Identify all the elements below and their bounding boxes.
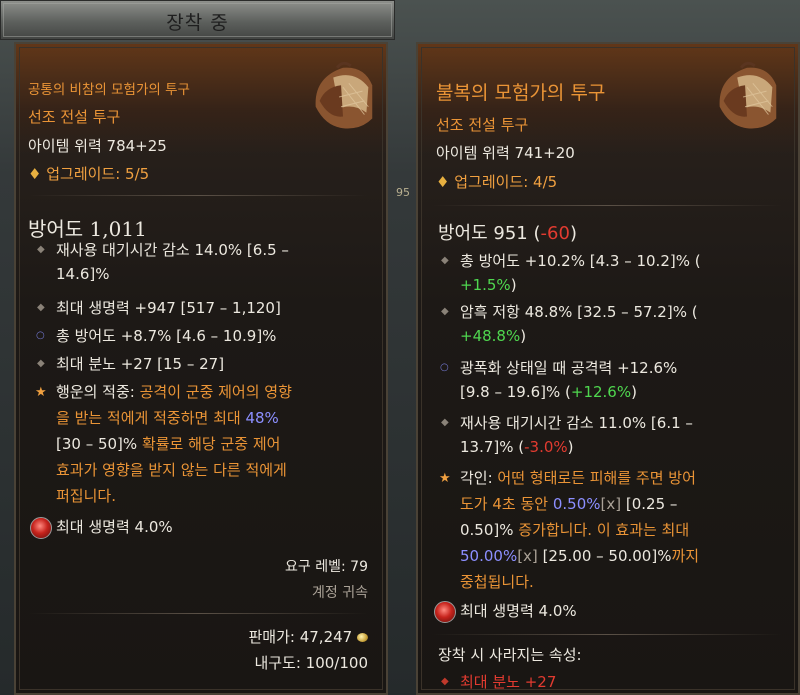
affix-line: 재사용 대기시간 감소 14.0% [6.5 – — [56, 241, 289, 259]
compared-item-tooltip: 불복의 모험가의 투구 선조 전설 투구 아이템 위력 741+20 ♦ 업그레… — [416, 42, 800, 695]
socket-bonus: 최대 생명력 4.0% — [56, 518, 173, 536]
item-power: 아이템 위력 741+20 — [436, 144, 575, 162]
affix-diff-line: +48.8%) — [460, 327, 527, 345]
affix-bullet-icon: ◆ — [441, 417, 449, 428]
upgrade-line: ♦ 업그레이드: 5/5 — [28, 163, 149, 184]
lost-affix: 최대 분노 +27 — [460, 673, 557, 691]
aspect-star-icon: ★ — [35, 385, 47, 400]
affix-bullet-icon: ◆ — [37, 244, 45, 255]
affix-bullet-icon: ◆ — [37, 302, 45, 313]
upgrade-line: ♦ 업그레이드: 4/5 — [436, 171, 557, 192]
divider — [28, 613, 368, 614]
helmet-icon — [315, 61, 373, 129]
aspect-name: 각인: — [460, 469, 493, 487]
armor-value: 방어도 1,011 — [28, 217, 147, 241]
affix-line: 최대 분노 +27 [15 – 27] — [56, 355, 225, 373]
aspect-value: 48% — [245, 409, 279, 427]
armor-value: 방어도 951 — [438, 223, 528, 244]
affix-line: 총 방어도 +8.7% [4.6 – 10.9]% — [56, 327, 277, 345]
affix-bullet-icon: ◆ — [441, 676, 449, 687]
affix-bullet-icon: ◆ — [441, 306, 449, 317]
ruby-gem-icon — [434, 601, 456, 623]
affix-line: 총 방어도 +10.2% [4.3 – 10.2]% ( — [460, 252, 701, 270]
lost-affixes-title: 장착 시 사라지는 속성: — [438, 646, 582, 664]
divider — [432, 205, 782, 206]
aspect-line: 을 받는 적에게 적중하면 최대 48% — [56, 409, 279, 427]
aspect-line: 50.00%[x] [25.00 – 50.00]%까지 — [460, 547, 700, 565]
upgrade-text: 업그레이드: 5/5 — [46, 165, 150, 183]
item-name: 불복의 모험가의 투구 — [436, 82, 606, 104]
divider — [432, 634, 782, 635]
affix-line: 13.7]% (-3.0%) — [460, 438, 574, 456]
greater-affix-icon: ○ — [36, 330, 45, 341]
divider — [28, 195, 368, 196]
aspect-line: 퍼집니다. — [56, 487, 116, 505]
affix-line: [9.8 – 19.6]% (+12.6%) — [460, 383, 637, 401]
socket-bonus: 최대 생명력 4.0% — [460, 602, 577, 620]
affix-bullet-icon: ◆ — [441, 255, 449, 266]
affix-line: 암흑 저항 48.8% [32.5 – 57.2]% ( — [460, 303, 698, 321]
aspect-line: 도가 4초 동안 0.50%[x] [0.25 – — [460, 495, 678, 513]
affix-line: 최대 생명력 +947 [517 – 1,120] — [56, 299, 281, 317]
durability: 내구도: 100/100 — [254, 654, 368, 672]
item-name: 공통의 비참의 모험가의 투구 — [28, 82, 190, 98]
header-title: 장착 중 — [166, 12, 229, 34]
upgrade-icon: ♦ — [436, 173, 450, 191]
equipped-header: 장착 중 — [0, 0, 395, 40]
gold-coin-icon — [357, 633, 368, 642]
aspect-line: 각인: 어떤 형태로든 피해를 주면 방어 — [460, 469, 696, 487]
affix-diff-line: +1.5%) — [460, 276, 517, 294]
background-text: 95 — [396, 186, 410, 199]
aspect-name: 행운의 적중: — [56, 383, 135, 401]
item-type: 선조 전설 투구 — [28, 108, 121, 126]
aspect-line: 효과가 영향을 받지 않는 다른 적에게 — [56, 461, 287, 479]
aspect-line: 행운의 적중: 공격이 군중 제어의 영향 — [56, 381, 292, 402]
greater-affix-icon: ○ — [440, 362, 449, 373]
affix-line: 재사용 대기시간 감소 11.0% [6.1 – — [460, 414, 693, 432]
affix-line: 광폭화 상태일 때 공격력 +12.6% — [460, 359, 678, 377]
item-power: 아이템 위력 784+25 — [28, 137, 167, 155]
account-bound: 계정 귀속 — [312, 585, 368, 601]
aspect-star-icon: ★ — [439, 471, 451, 486]
armor-line: 방어도 951 (-60) — [438, 223, 577, 244]
ruby-gem-icon — [30, 517, 52, 539]
aspect-value: 0.50% — [552, 495, 601, 513]
upgrade-icon: ♦ — [28, 165, 42, 183]
helmet-icon — [719, 61, 777, 129]
armor-diff: -60 — [540, 223, 570, 244]
sell-value: 판매가: 47,247 — [249, 626, 368, 647]
aspect-line: 중첩됩니다. — [460, 573, 534, 591]
aspect-line: 0.50]% 증가합니다. 이 효과는 최대 — [460, 521, 690, 539]
aspect-text: 공격이 군중 제어의 영향 — [134, 383, 292, 401]
affix-line: 14.6]% — [56, 265, 110, 283]
item-type: 선조 전설 투구 — [436, 116, 529, 134]
affix-bullet-icon: ◆ — [37, 358, 45, 369]
aspect-value: 50.00% — [460, 547, 518, 565]
upgrade-text: 업그레이드: 4/5 — [454, 173, 558, 191]
required-level: 요구 레벨: 79 — [285, 559, 368, 575]
equipped-item-tooltip: 공통의 비참의 모험가의 투구 선조 전설 투구 아이템 위력 784+25 ♦… — [14, 42, 388, 695]
aspect-line: [30 – 50]% 확률로 해당 군중 제어 — [56, 435, 281, 453]
